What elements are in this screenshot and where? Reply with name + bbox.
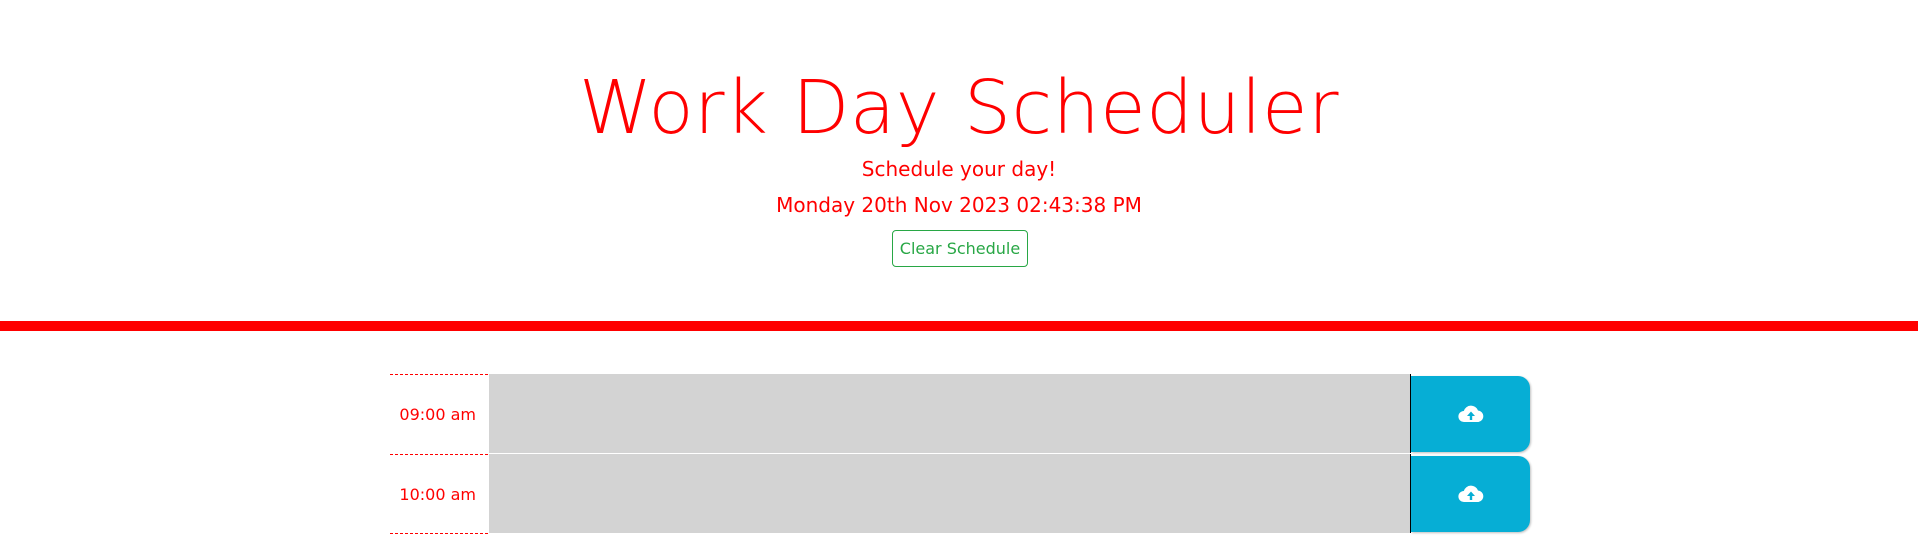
- hour-label: 09:00 am: [390, 374, 488, 453]
- save-button[interactable]: [1411, 456, 1530, 532]
- header: Work Day Scheduler Schedule your day! Mo…: [0, 0, 1918, 331]
- hour-text: 10:00 am: [399, 485, 476, 504]
- schedule-container: 09:00 am 10:00 am: [390, 374, 1530, 534]
- divider: [390, 533, 488, 534]
- save-button[interactable]: [1411, 376, 1530, 452]
- event-description-input[interactable]: [489, 454, 1411, 533]
- cloud-upload-icon: [1457, 485, 1483, 503]
- page-title: Work Day Scheduler: [578, 65, 1340, 151]
- hour-label: 10:00 am: [390, 454, 488, 533]
- event-description-input[interactable]: [489, 374, 1411, 453]
- subtitle: Schedule your day!: [861, 157, 1057, 181]
- hour-text: 09:00 am: [399, 405, 476, 424]
- cloud-upload-icon: [1457, 405, 1483, 423]
- time-block-row: 09:00 am: [390, 374, 1530, 454]
- time-block-row: 10:00 am: [390, 454, 1530, 534]
- current-date-time: Monday 20th Nov 2023 02:43:38 PM: [776, 193, 1142, 217]
- clear-schedule-button[interactable]: Clear Schedule: [892, 230, 1028, 267]
